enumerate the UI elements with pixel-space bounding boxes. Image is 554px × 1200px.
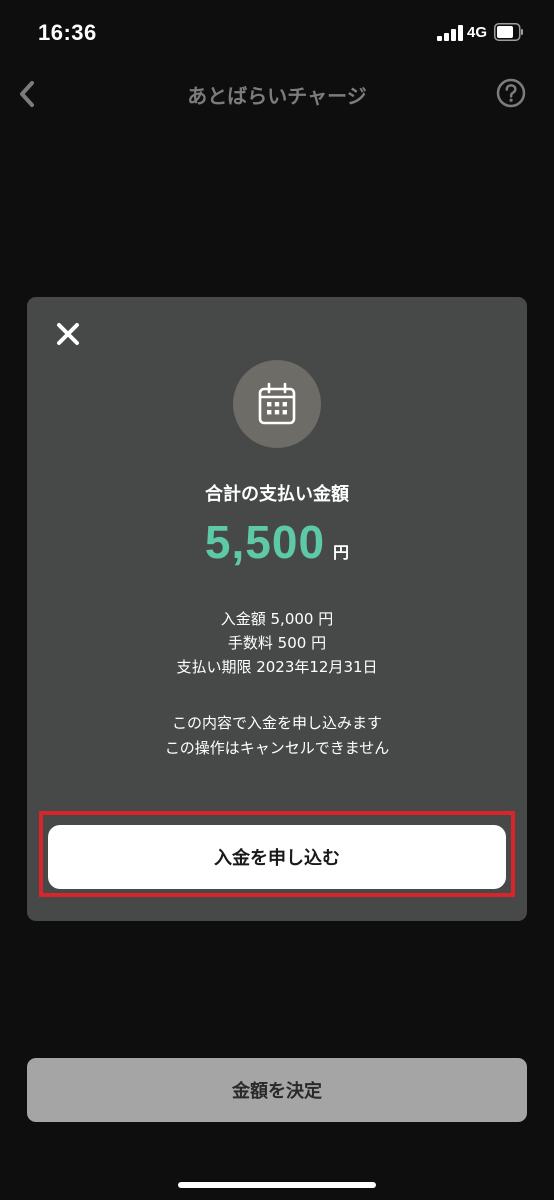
close-button[interactable] (53, 319, 83, 349)
calendar-illustration (233, 360, 321, 448)
status-bar: 16:36 4G (0, 0, 554, 64)
network-type: 4G (467, 24, 488, 41)
home-indicator (178, 1182, 376, 1188)
close-icon (57, 323, 79, 345)
app-header: あとばらいチャージ (0, 64, 554, 124)
total-amount: 5,500 円 (27, 515, 527, 569)
confirm-amount-button[interactable]: 金額を決定 (27, 1058, 527, 1122)
calendar-icon (258, 382, 296, 425)
notice-line: この操作はキャンセルできません (164, 739, 390, 757)
page-title: あとばらいチャージ (187, 84, 367, 108)
fee-line: 手数料 500 円 (227, 634, 327, 652)
status-time: 16:36 (38, 20, 97, 45)
battery-icon (494, 23, 523, 41)
confirmation-notice: この内容で入金を申し込みます この操作はキャンセルできません (27, 711, 527, 761)
amount-value: 5,500 (204, 516, 326, 568)
apply-deposit-button[interactable]: 入金を申し込む (48, 825, 506, 889)
notice-line: この内容で入金を申し込みます (171, 714, 382, 732)
payment-confirm-modal: 合計の支払い金額 5,500 円 入金額 5,000 円 手数料 500 円 支払… (27, 297, 527, 921)
due-date-line: 支払い期限 2023年12月31日 (176, 658, 378, 676)
total-payment-label: 合計の支払い金額 (205, 484, 349, 505)
payment-details: 入金額 5,000 円 手数料 500 円 支払い期限 2023年12月31日 (27, 607, 527, 679)
question-circle-icon (496, 78, 526, 108)
amount-unit: 円 (333, 543, 350, 562)
deposit-amount-line: 入金額 5,000 円 (220, 610, 334, 628)
help-button[interactable] (496, 78, 526, 108)
cellular-signal-icon (437, 25, 463, 41)
